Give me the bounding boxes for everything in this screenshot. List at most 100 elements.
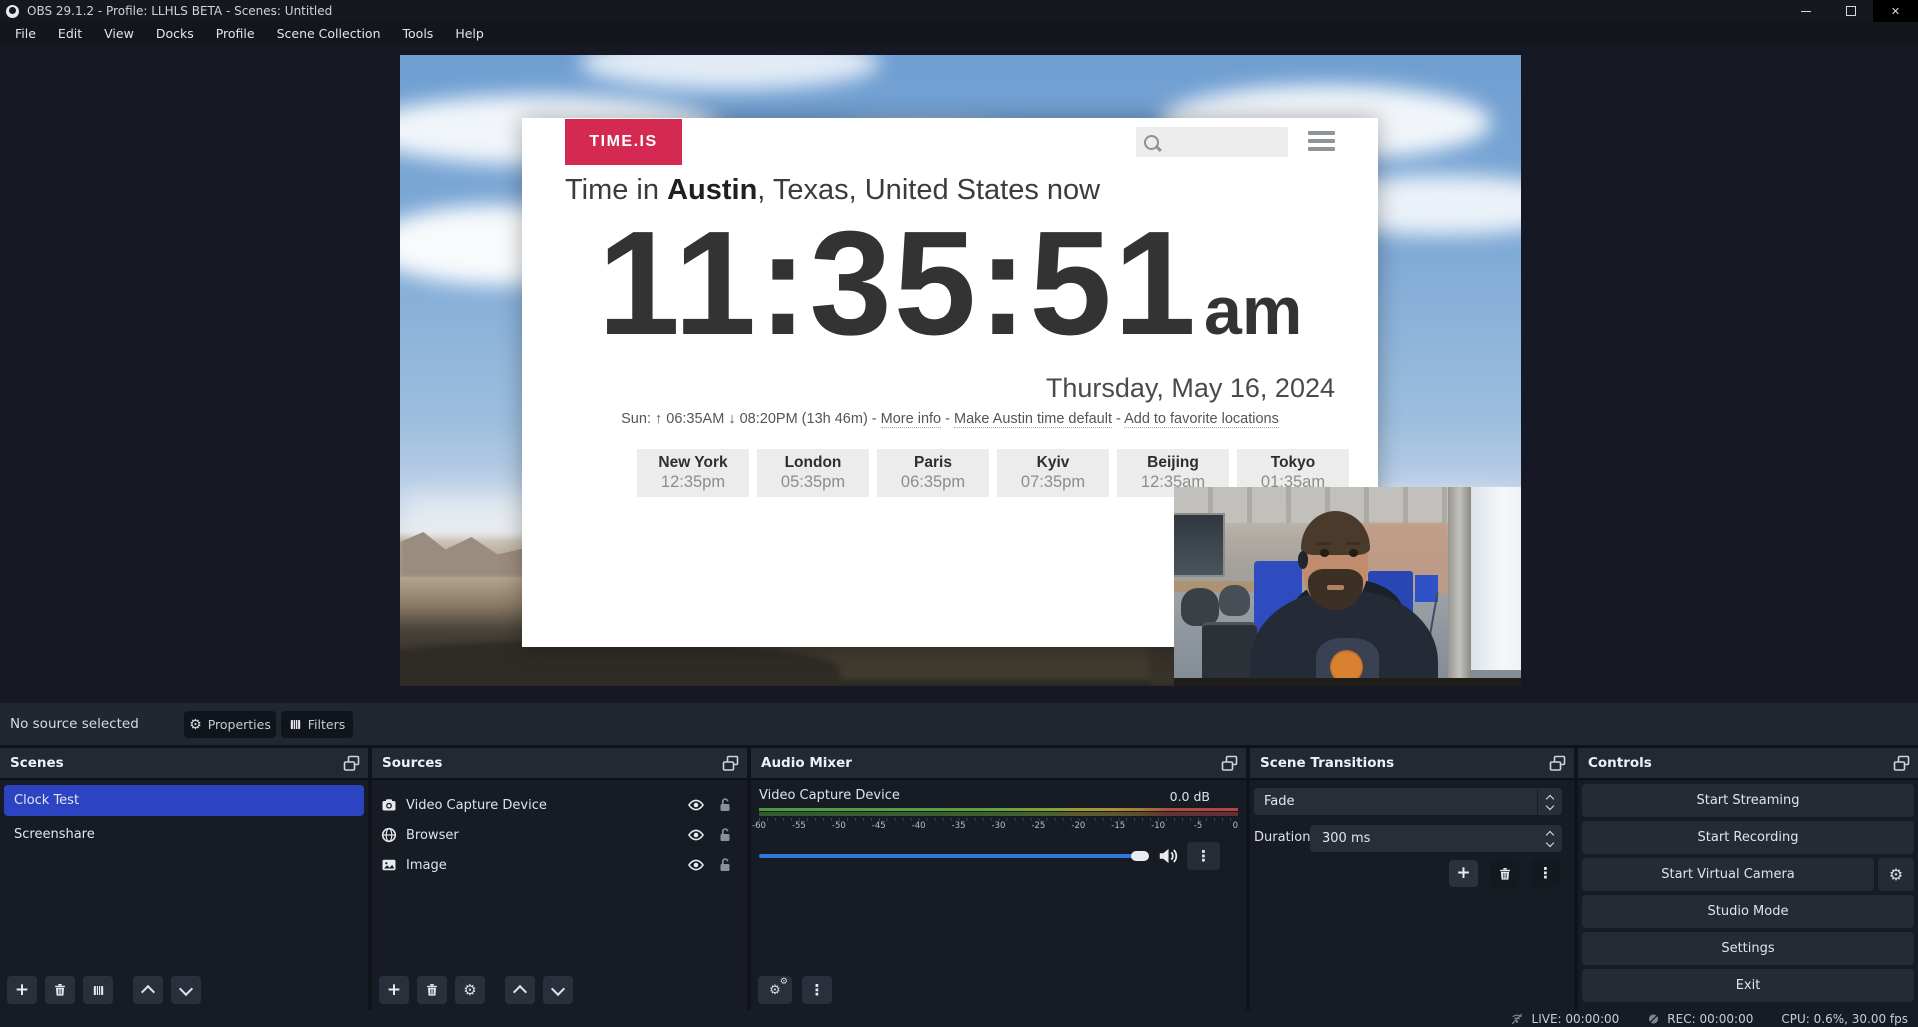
timeis-date: Thursday, May 16, 2024 bbox=[1046, 373, 1335, 404]
cloud bbox=[580, 55, 880, 90]
properties-button[interactable]: ⚙ Properties bbox=[184, 711, 276, 738]
menu-profile[interactable]: Profile bbox=[205, 22, 266, 46]
speaker-icon[interactable] bbox=[1157, 845, 1179, 867]
live-status-icon bbox=[1509, 1012, 1525, 1026]
move-scene-down-button[interactable] bbox=[171, 976, 201, 1004]
select-chevrons-icon bbox=[1537, 788, 1562, 815]
scenes-panel: Scenes Clock Test Screenshare + bbox=[0, 748, 368, 1010]
world-clock-kyiv: Kyiv07:35pm bbox=[997, 449, 1109, 497]
scenes-header: Scenes bbox=[0, 748, 368, 780]
globe-icon bbox=[381, 827, 397, 843]
menu-docks[interactable]: Docks bbox=[145, 22, 205, 46]
popout-icon[interactable] bbox=[343, 755, 360, 772]
start-streaming-button[interactable]: Start Streaming bbox=[1582, 784, 1914, 817]
source-status-text: No source selected bbox=[10, 703, 139, 745]
add-scene-button[interactable]: + bbox=[7, 976, 37, 1004]
gear-icon: ⚙ bbox=[189, 718, 202, 732]
cpu-fps-status: CPU: 0.6%, 30.00 fps bbox=[1781, 1012, 1908, 1026]
transition-options-button[interactable]: ⋮ bbox=[1531, 860, 1560, 887]
eye-icon[interactable] bbox=[688, 827, 704, 843]
scene-item-clock-test[interactable]: Clock Test bbox=[4, 785, 364, 816]
more-info-link: More info bbox=[881, 411, 941, 428]
popout-icon[interactable] bbox=[722, 755, 739, 772]
minimize-button[interactable] bbox=[1783, 0, 1828, 22]
clock-meridiem: am bbox=[1204, 273, 1302, 349]
remove-scene-button[interactable] bbox=[45, 976, 75, 1004]
timeis-sun-line: Sun: ↑ 06:35AM ↓ 08:20PM (13h 46m) - Mor… bbox=[522, 411, 1378, 427]
scenes-title: Scenes bbox=[0, 748, 368, 778]
popout-icon[interactable] bbox=[1549, 755, 1566, 772]
rec-status-icon bbox=[1647, 1012, 1660, 1026]
menu-help[interactable]: Help bbox=[444, 22, 495, 46]
move-source-down-button[interactable] bbox=[543, 976, 573, 1004]
spinner-arrows-icon[interactable] bbox=[1538, 828, 1562, 849]
remove-source-button[interactable] bbox=[417, 976, 447, 1004]
mixer-toolbar: ⚙⚙ ⋮ bbox=[758, 976, 832, 1004]
duration-spinner[interactable]: 300 ms bbox=[1310, 825, 1562, 852]
unlock-icon[interactable] bbox=[717, 797, 733, 813]
source-properties-button[interactable]: ⚙ bbox=[455, 976, 485, 1004]
move-source-up-button[interactable] bbox=[505, 976, 535, 1004]
settings-button[interactable]: Settings bbox=[1582, 932, 1914, 965]
move-scene-up-button[interactable] bbox=[133, 976, 163, 1004]
source-row-browser[interactable]: Browser bbox=[372, 820, 747, 850]
timeis-search-box bbox=[1136, 127, 1288, 157]
start-recording-button[interactable]: Start Recording bbox=[1582, 821, 1914, 854]
volume-slider-handle[interactable] bbox=[1131, 851, 1149, 861]
virtual-camera-settings-button[interactable]: ⚙ bbox=[1878, 858, 1914, 891]
volume-meter bbox=[759, 808, 1238, 816]
menu-bar: File Edit View Docks Profile Scene Colle… bbox=[0, 22, 1918, 46]
add-source-button[interactable]: + bbox=[379, 976, 409, 1004]
maximize-button[interactable] bbox=[1828, 0, 1873, 22]
source-toolbar: No source selected ⚙ Properties Filters bbox=[0, 703, 1918, 745]
timeis-clock: 11:35:51am bbox=[522, 210, 1378, 358]
source-row-video-capture[interactable]: Video Capture Device bbox=[372, 790, 747, 820]
window-controls: ✕ bbox=[1783, 0, 1918, 22]
window-title: OBS 29.1.2 - Profile: LLHLS BETA - Scene… bbox=[27, 4, 332, 18]
mixer-options-button[interactable]: ⋮ bbox=[1187, 842, 1220, 870]
remove-transition-button[interactable] bbox=[1490, 860, 1519, 887]
eye-icon[interactable] bbox=[688, 797, 704, 813]
controls-panel: Controls Start Streaming Start Recording… bbox=[1578, 748, 1918, 1010]
timeis-logo: TIME.IS bbox=[565, 119, 682, 165]
preview-area: TIME.IS Time in Austin, Texas, United St… bbox=[0, 46, 1918, 703]
menu-edit[interactable]: Edit bbox=[47, 22, 93, 46]
audio-mixer-panel: Audio Mixer Video Capture Device 0.0 dB … bbox=[751, 748, 1246, 1010]
unlock-icon[interactable] bbox=[717, 857, 733, 873]
world-clock-new-york: New York12:35pm bbox=[637, 449, 749, 497]
duration-value: 300 ms bbox=[1310, 831, 1370, 846]
title-bar: OBS 29.1.2 - Profile: LLHLS BETA - Scene… bbox=[0, 0, 1918, 22]
eye-icon[interactable] bbox=[688, 857, 704, 873]
scene-filters-button[interactable] bbox=[83, 976, 113, 1004]
status-bar: LIVE: 00:00:00 REC: 00:00:00 CPU: 0.6%, … bbox=[0, 1010, 1918, 1027]
menu-tools[interactable]: Tools bbox=[392, 22, 445, 46]
mixer-menu-button[interactable]: ⋮ bbox=[802, 976, 832, 1004]
start-virtual-camera-button[interactable]: Start Virtual Camera bbox=[1582, 858, 1874, 891]
mixer-channel-name: Video Capture Device bbox=[759, 788, 900, 803]
close-button[interactable]: ✕ bbox=[1873, 0, 1918, 22]
preview-canvas[interactable]: TIME.IS Time in Austin, Texas, United St… bbox=[400, 55, 1521, 686]
webcam-overlay[interactable] bbox=[1174, 487, 1521, 686]
unlock-icon[interactable] bbox=[717, 827, 733, 843]
studio-mode-button[interactable]: Studio Mode bbox=[1582, 895, 1914, 928]
exit-button[interactable]: Exit bbox=[1582, 969, 1914, 1002]
popout-icon[interactable] bbox=[1893, 755, 1910, 772]
sources-toolbar: + ⚙ bbox=[379, 976, 573, 1004]
duration-label: Duration bbox=[1254, 830, 1310, 845]
advanced-audio-button[interactable]: ⚙⚙ bbox=[758, 976, 792, 1004]
popout-icon[interactable] bbox=[1221, 755, 1238, 772]
meter-scale: -60 -55 -50 -45 -40 -35 -30 -25 -20 -15 … bbox=[759, 818, 1238, 833]
menu-file[interactable]: File bbox=[4, 22, 47, 46]
filters-button[interactable]: Filters bbox=[281, 711, 353, 738]
search-icon bbox=[1144, 135, 1159, 150]
volume-slider[interactable] bbox=[759, 854, 1147, 858]
menu-scene-collection[interactable]: Scene Collection bbox=[266, 22, 392, 46]
transition-select[interactable]: Fade bbox=[1254, 788, 1562, 815]
add-transition-button[interactable]: + bbox=[1449, 860, 1478, 887]
menu-view[interactable]: View bbox=[93, 22, 145, 46]
live-status: LIVE: 00:00:00 bbox=[1532, 1012, 1620, 1026]
source-row-image[interactable]: Image bbox=[372, 850, 747, 880]
add-favorite-link: Add to favorite locations bbox=[1124, 411, 1279, 428]
scene-item-screenshare[interactable]: Screenshare bbox=[4, 819, 364, 850]
image-icon bbox=[381, 857, 397, 873]
